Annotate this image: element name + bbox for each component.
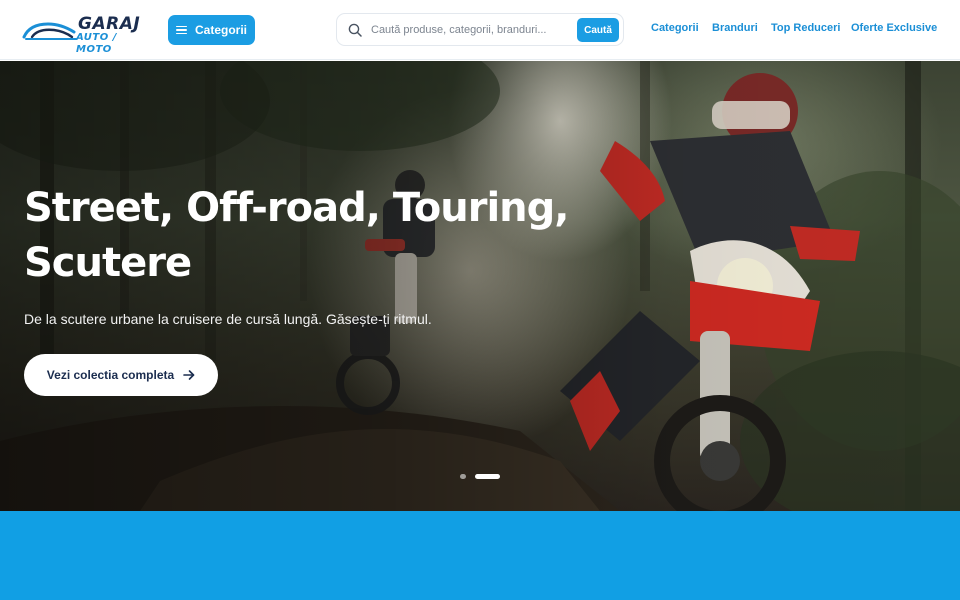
search-button[interactable]: Caută [577, 18, 619, 42]
arrow-right-icon [183, 370, 195, 380]
nav-link-categories[interactable]: Categorii [651, 22, 699, 34]
blue-section [0, 511, 960, 600]
car-logo-icon [22, 22, 77, 40]
logo-text-primary: GARAJ [78, 14, 141, 34]
categories-button[interactable]: Categorii [168, 15, 255, 45]
categories-button-label: Categorii [194, 23, 247, 37]
search-bar: Caută [336, 13, 624, 46]
hero-subtitle: De la scutere urbane la cruisere de curs… [24, 311, 432, 327]
nav-link-brands[interactable]: Branduri [712, 22, 758, 34]
site-header: GARAJ AUTO / MOTO Categorii Caută Catego… [0, 0, 960, 60]
slide-indicator-1[interactable] [460, 474, 466, 479]
logo-text-secondary: AUTO / MOTO [76, 32, 117, 55]
garaj-logo[interactable]: GARAJ AUTO / MOTO [22, 14, 146, 55]
menu-icon [175, 25, 187, 35]
search-icon [348, 23, 362, 37]
view-collection-label: Vezi colectia completa [46, 368, 175, 382]
search-input[interactable] [371, 20, 575, 40]
hero-banner: Street, Off-road, Touring, Scutere De la… [0, 61, 960, 511]
nav-link-exclusive-offers[interactable]: Oferte Exclusive [851, 22, 937, 34]
view-collection-button[interactable]: Vezi colectia completa [24, 354, 218, 396]
hero-title: Street, Off-road, Touring, Scutere [24, 185, 570, 286]
slide-indicator-2-active[interactable] [475, 474, 500, 479]
nav-link-top-discounts[interactable]: Top Reduceri [771, 22, 840, 34]
